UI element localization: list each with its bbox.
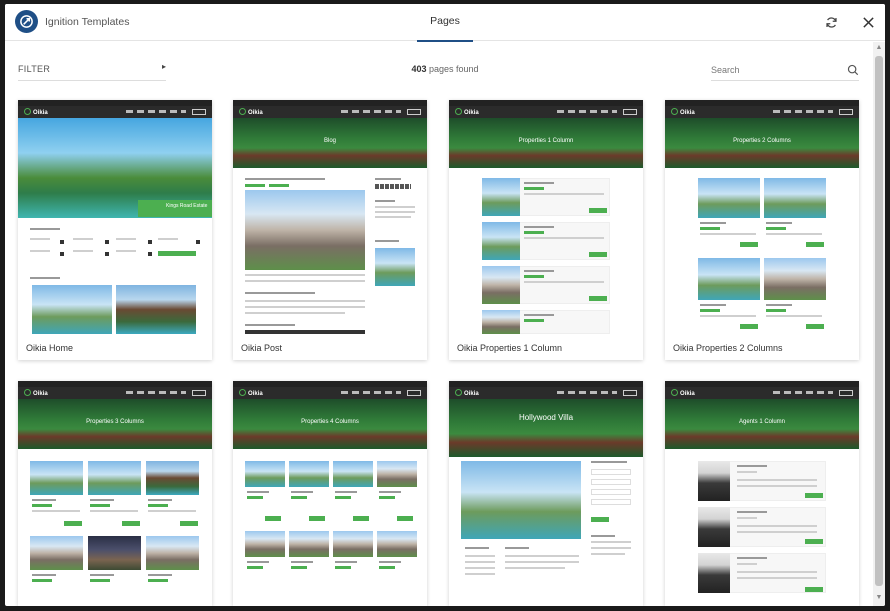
close-icon (862, 16, 874, 28)
results-count: 403 pages found (345, 64, 545, 74)
results-count-number: 403 (411, 64, 427, 74)
refresh-button[interactable] (822, 13, 840, 31)
hero-title: Hollywood Villa (518, 413, 574, 422)
template-card[interactable]: Oikia Hollywood Villa (449, 381, 643, 606)
template-card[interactable]: Oikia Kings Road Estate Oikia Home (18, 100, 212, 360)
template-name: Oikia Properties 2 Columns (673, 343, 783, 353)
hero-title: Agents 1 Column (738, 419, 786, 425)
modal-header: Ignition Templates Pages (5, 4, 885, 42)
filter-dropdown[interactable]: FILTER ▸ (18, 59, 166, 81)
search-input[interactable] (711, 59, 839, 81)
search-box (711, 59, 859, 81)
hero-title: Properties 2 Columns (733, 138, 791, 144)
template-card[interactable]: Oikia Properties 4 Columns (233, 381, 427, 606)
template-name: Oikia Post (241, 343, 283, 353)
hero-title: Properties 4 Columns (301, 419, 359, 425)
template-thumbnail[interactable]: Oikia Blog (233, 100, 427, 334)
search-icon[interactable] (847, 64, 859, 76)
template-thumbnail[interactable]: Oikia Properties 1 Column (449, 100, 643, 334)
scrollbar[interactable]: ▲ ▼ (873, 42, 885, 606)
template-name: Oikia Home (26, 343, 74, 353)
template-thumbnail[interactable]: Oikia Properties 3 Columns (18, 381, 212, 606)
template-card[interactable]: Oikia Blog Oikia Post (233, 100, 427, 360)
template-thumbnail[interactable]: Oikia Agents 1 Column (665, 381, 859, 606)
scroll-up-arrow[interactable]: ▲ (873, 44, 885, 54)
template-thumbnail[interactable]: Oikia Hollywood Villa (449, 381, 643, 606)
app-title: Ignition Templates (45, 16, 130, 28)
ignition-logo-icon (15, 10, 38, 33)
template-thumbnail[interactable]: Oikia Properties 4 Columns (233, 381, 427, 606)
toolbar: FILTER ▸ 403 pages found (5, 42, 873, 90)
hero-title: Properties 1 Column (518, 138, 574, 144)
tab-pages[interactable]: Pages (417, 4, 473, 42)
template-card[interactable]: Oikia Agents 1 Column (665, 381, 859, 606)
refresh-icon (825, 16, 837, 28)
close-button[interactable] (858, 12, 878, 32)
templates-modal: Ignition Templates Pages FILTER ▸ 403 pa… (5, 4, 885, 606)
scrollbar-thumb[interactable] (875, 56, 883, 586)
hero-title: Properties 3 Columns (86, 419, 144, 425)
results-count-suffix: pages found (429, 64, 479, 74)
template-card[interactable]: Oikia Properties 3 Columns (18, 381, 212, 606)
template-thumbnail[interactable]: Oikia Kings Road Estate (18, 100, 212, 334)
template-thumbnail[interactable]: Oikia Properties 2 Columns (665, 100, 859, 334)
scroll-down-arrow[interactable]: ▼ (873, 594, 885, 604)
chevron-right-icon: ▸ (161, 62, 166, 71)
template-card[interactable]: Oikia Properties 2 Columns Oikia Propert… (665, 100, 859, 360)
hero-title: Blog (323, 138, 336, 144)
hero-title: Kings Road Estate (166, 203, 208, 209)
template-card[interactable]: Oikia Properties 1 Column Oikia Properti… (449, 100, 643, 360)
template-name: Oikia Properties 1 Column (457, 343, 563, 353)
filter-label: FILTER (18, 64, 51, 74)
